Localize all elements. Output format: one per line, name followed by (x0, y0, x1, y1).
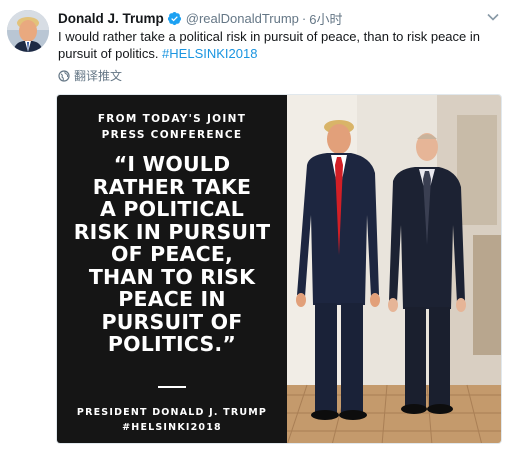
quote-line: POLITICS.” (107, 332, 237, 356)
avatar[interactable] (7, 10, 49, 52)
quote-panel: FROM TODAY'S JOINT PRESS CONFERENCE “I W… (57, 95, 287, 443)
quote-line: RISK IN PURSUIT (73, 219, 271, 244)
attribution-prefix: PRESIDENT (76, 407, 153, 418)
quote-line: PURSUIT OF (101, 309, 243, 334)
quote-attribution: PRESIDENT DONALD J. TRUMP #HELSINKI2018 (57, 405, 287, 435)
quote-header-line: FROM TODAY'S JOINT (97, 113, 247, 125)
tweet-timestamp[interactable]: 6小时 (309, 9, 342, 28)
translate-tweet-link[interactable]: 翻译推文 (58, 67, 122, 84)
separator-dot: · (301, 10, 307, 26)
translate-label: 翻译推文 (74, 69, 123, 83)
tweet-media-image[interactable]: FROM TODAY'S JOINT PRESS CONFERENCE “I W… (56, 94, 502, 444)
quote-line: OF PEACE, (110, 242, 234, 266)
tweet-card[interactable]: Donald J. Trump @realDonaldTrump · 6小时 I… (0, 0, 510, 450)
tweet-header: Donald J. Trump @realDonaldTrump · 6小时 (58, 9, 500, 27)
quote-line: THAN TO RISK (88, 264, 256, 289)
tweet-text-body: I would rather take a political risk in … (58, 29, 480, 61)
author-handle[interactable]: @realDonaldTrump (186, 11, 299, 26)
author-name[interactable]: Donald J. Trump (58, 11, 164, 26)
quote-line: “I WOULD (113, 152, 231, 176)
chevron-down-icon[interactable] (486, 10, 500, 24)
avatar-image (7, 10, 49, 52)
quote-line: RATHER TAKE (92, 174, 252, 199)
quote-text: “I WOULD RATHER TAKE A POLITICAL RISK IN… (67, 153, 277, 356)
globe-icon (58, 69, 70, 82)
attribution-name: DONALD J. TRUMP (152, 407, 268, 418)
quote-line: A POLITICAL (100, 197, 244, 221)
leaders-photo (287, 95, 501, 443)
verified-badge-icon (167, 11, 182, 26)
tweet-text: I would rather take a political risk in … (58, 28, 498, 62)
quote-line: PEACE IN (118, 287, 226, 311)
quote-header: FROM TODAY'S JOINT PRESS CONFERENCE (57, 111, 287, 143)
hashtag-link[interactable]: #HELSINKI2018 (162, 46, 257, 61)
quote-header-line: PRESS CONFERENCE (101, 129, 243, 141)
attribution-hashtag: #HELSINKI2018 (122, 422, 222, 433)
divider (158, 386, 186, 388)
